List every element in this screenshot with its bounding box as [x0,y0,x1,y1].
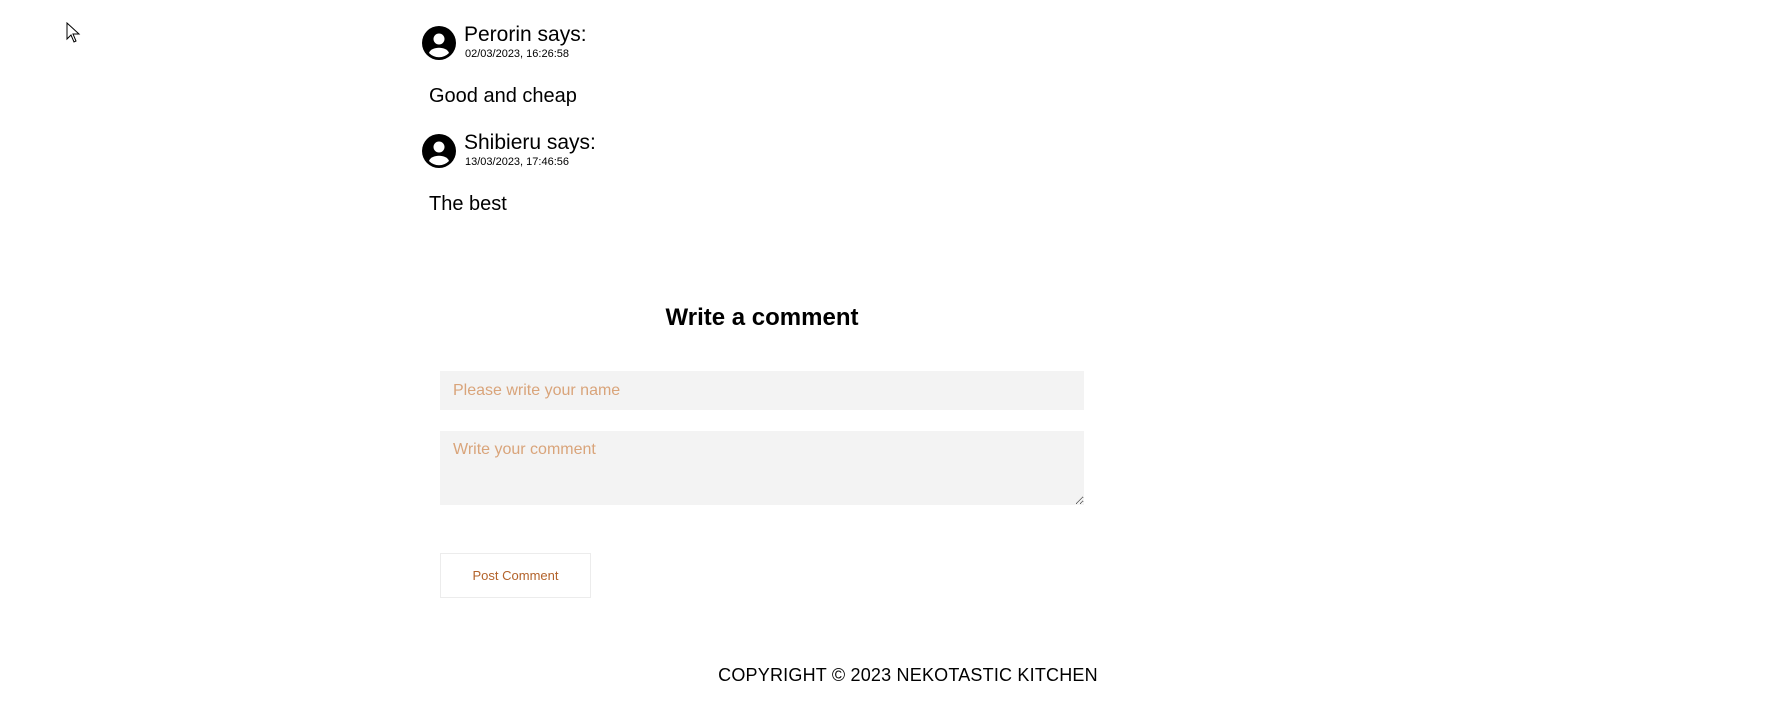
footer-copyright: COPYRIGHT © 2023 NEKOTASTIC KITCHEN [718,665,1098,685]
comment-author: Perorin says: [464,23,587,46]
comment-header: Shibieru says: 13/03/2023, 17:46:56 [422,130,1122,168]
user-circle-icon [422,26,456,60]
comment-timestamp: 02/03/2023, 16:26:58 [465,48,569,60]
post-comment-button[interactable]: Post Comment [440,553,591,598]
comment-author: Shibieru says: [464,131,596,154]
comment-meta: Shibieru says: 13/03/2023, 17:46:56 [464,130,596,168]
comments-page: Perorin says: 02/03/2023, 16:26:58 Good … [0,0,1780,721]
comment-form: Write a comment Post Comment [440,300,1084,598]
comment-meta: Perorin says: 02/03/2023, 16:26:58 [464,22,587,60]
comment-list: Perorin says: 02/03/2023, 16:26:58 Good … [422,22,1122,238]
comment-textarea[interactable] [440,431,1084,505]
comment-item: Perorin says: 02/03/2023, 16:26:58 Good … [422,22,1122,108]
comment-header: Perorin says: 02/03/2023, 16:26:58 [422,22,1122,60]
comment-body: The best [429,193,507,215]
form-title: Write a comment [665,304,859,331]
comment-item: Shibieru says: 13/03/2023, 17:46:56 The … [422,130,1122,216]
comment-timestamp: 13/03/2023, 17:46:56 [465,156,569,168]
mouse-pointer-icon [66,22,81,43]
comment-body: Good and cheap [429,85,577,107]
user-circle-icon [422,134,456,168]
name-input[interactable] [440,371,1084,410]
